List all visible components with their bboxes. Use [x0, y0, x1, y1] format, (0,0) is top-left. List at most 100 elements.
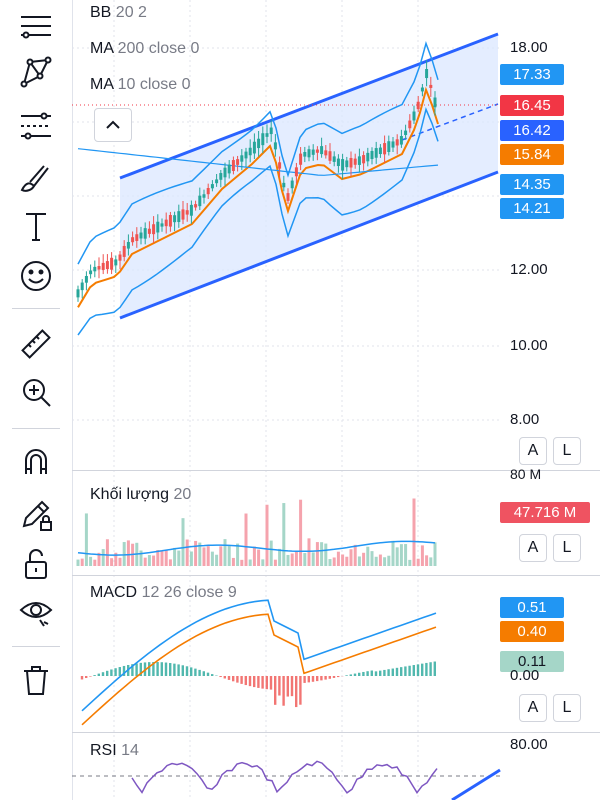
volume-bar [210, 551, 214, 566]
legend-volume[interactable]: Khối lượng 20 [90, 486, 191, 504]
macd-histogram-bar [370, 670, 373, 676]
macd-histogram-bar [101, 672, 105, 676]
volume-bar [173, 547, 177, 566]
macd-histogram-bar [290, 676, 294, 697]
volume-bar [152, 555, 156, 566]
rsi-trend-line [451, 768, 501, 800]
macd-zero-tick: 0.00 [510, 667, 540, 684]
volume-bar [420, 545, 424, 566]
trend-line-tool-icon[interactable] [16, 104, 56, 144]
pattern-tool-icon[interactable] [16, 52, 56, 92]
candle [307, 149, 311, 158]
legend-rsi[interactable]: RSI 14 [90, 742, 139, 760]
volume-bar [273, 559, 277, 566]
candle [181, 209, 185, 220]
crosshair-lines-icon[interactable] [16, 6, 56, 46]
candle [152, 224, 156, 235]
unlock-icon[interactable] [16, 544, 56, 584]
log-scale-button[interactable]: L [553, 437, 581, 465]
collapse-legend-button[interactable] [94, 108, 132, 142]
candle [185, 210, 189, 215]
candle [126, 241, 130, 249]
legend-ma200-name: MA [90, 40, 114, 57]
candle [252, 141, 256, 154]
legend-bb[interactable]: BB 20 2 [90, 4, 147, 22]
macd-histogram-bar [307, 676, 310, 683]
volume-bar [215, 554, 219, 566]
log-scale-button[interactable]: L [553, 534, 581, 562]
candle [265, 133, 269, 137]
log-scale-button[interactable]: L [553, 694, 581, 722]
candle [215, 179, 219, 184]
macd-histogram-bar [303, 676, 306, 683]
auto-scale-button[interactable]: A [519, 694, 547, 722]
trash-icon[interactable] [16, 660, 56, 700]
candle [311, 149, 315, 155]
candle [278, 162, 282, 169]
candle [362, 155, 366, 164]
volume-bar [345, 556, 349, 566]
lock-drawing-pencil-icon[interactable] [16, 496, 56, 536]
candle [93, 266, 97, 272]
macd-histogram-bar [148, 662, 151, 676]
macd-histogram-bar [337, 676, 340, 678]
toolbar-divider [12, 428, 60, 429]
magnet-icon[interactable] [16, 442, 56, 482]
macd-histogram-bar [400, 667, 403, 676]
candle [122, 245, 126, 257]
candle [357, 156, 361, 165]
macd-histogram-bar [433, 661, 436, 676]
price-tick: 18.00 [510, 39, 548, 56]
candle [269, 127, 273, 135]
brush-icon[interactable] [16, 158, 56, 198]
volume-bar [194, 540, 198, 566]
legend-ma200[interactable]: MA 200 close 0 [90, 40, 199, 58]
macd-histogram-bar [169, 663, 172, 676]
volume-bar [429, 557, 433, 566]
candle [227, 164, 231, 174]
candle [387, 141, 391, 152]
volume-bar [257, 549, 261, 566]
candle [391, 141, 395, 148]
legend-macd[interactable]: MACD 12 26 close 9 [90, 584, 237, 602]
text-tool-icon[interactable] [16, 206, 56, 246]
volume-bar [110, 558, 114, 566]
macd-histogram-bar [425, 662, 428, 676]
legend-ma10[interactable]: MA 10 close 0 [90, 76, 191, 94]
macd-histogram-bar [232, 676, 235, 682]
volume-bar [391, 540, 395, 566]
auto-scale-button[interactable]: A [519, 437, 547, 465]
candle [366, 152, 370, 162]
candle [282, 182, 286, 188]
pane-separator[interactable] [72, 575, 600, 576]
volume-bar [404, 544, 408, 566]
candle [118, 254, 122, 261]
candle [114, 259, 118, 266]
volume-bar [332, 557, 336, 566]
legend-bb-params: 20 2 [115, 4, 147, 21]
volume-bar [408, 559, 412, 566]
pane-separator[interactable] [72, 732, 600, 733]
eye-icon[interactable] [16, 592, 56, 632]
candle [328, 151, 332, 161]
ruler-icon[interactable] [16, 324, 56, 364]
volume-bar [168, 559, 172, 566]
macd-histogram-bar [379, 670, 382, 676]
volume-bar [320, 542, 324, 566]
macd-histogram-bar [181, 665, 184, 676]
macd-line [81, 599, 437, 712]
volume-bar [177, 550, 181, 566]
chart-area[interactable]: BB 20 2 MA 200 close 0 MA 10 close 0 18.… [72, 0, 600, 800]
zoom-in-icon[interactable] [16, 372, 56, 412]
emoji-icon[interactable] [16, 256, 56, 296]
volume-bar [105, 539, 109, 566]
signal-value-label: 0.40 [500, 621, 564, 642]
volume-bar [299, 499, 303, 566]
auto-scale-button[interactable]: A [519, 534, 547, 562]
legend-volume-name: Khối lượng [90, 486, 170, 503]
macd-histogram-bar [206, 672, 210, 676]
ma200-price-label: 14.21 [500, 198, 564, 219]
macd-value-label: 0.51 [500, 597, 564, 618]
candle [206, 187, 210, 195]
macd-histogram-bar [248, 676, 252, 687]
